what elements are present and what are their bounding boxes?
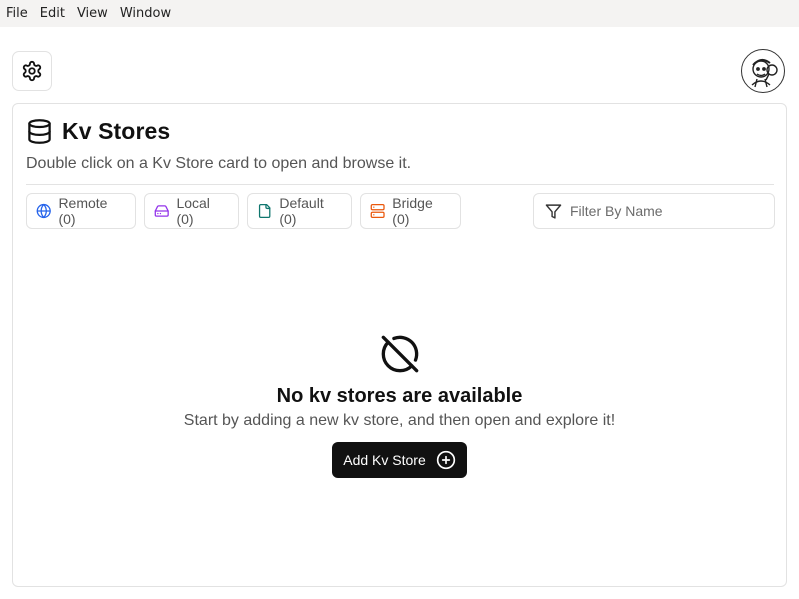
filter-default-label: Default (0) bbox=[279, 195, 324, 227]
filter-default-button[interactable]: Default (0) bbox=[247, 193, 352, 229]
menu-edit[interactable]: Edit bbox=[34, 0, 71, 27]
page-title: Kv Stores bbox=[62, 118, 171, 144]
gear-icon bbox=[22, 60, 42, 82]
empty-state-title: No kv stores are available bbox=[276, 385, 523, 407]
filter-remote-button[interactable]: Remote (0) bbox=[26, 193, 136, 229]
settings-button[interactable] bbox=[12, 51, 52, 91]
filter-bridge-label: Bridge (0) bbox=[392, 195, 433, 227]
avatar[interactable] bbox=[741, 49, 785, 93]
filter-local-label: Local (0) bbox=[176, 195, 210, 227]
page-header: Kv Stores bbox=[26, 118, 170, 145]
add-kv-store-button[interactable]: Add Kv Store bbox=[332, 442, 467, 478]
filter-remote-label: Remote (0) bbox=[58, 195, 108, 227]
menu-bar: File Edit View Window bbox=[0, 0, 799, 27]
filter-icon bbox=[545, 203, 562, 219]
user-avatar-icon bbox=[751, 59, 778, 88]
hard-drive-icon bbox=[154, 205, 169, 217]
database-icon bbox=[28, 119, 51, 144]
kv-stores-panel: Kv Stores Double click on a Kv Store car… bbox=[12, 103, 787, 587]
filter-bridge-button[interactable]: Bridge (0) bbox=[360, 193, 461, 229]
add-kv-store-label: Add Kv Store bbox=[343, 452, 426, 468]
menu-file[interactable]: File bbox=[0, 0, 34, 27]
menu-view[interactable]: View bbox=[71, 0, 114, 27]
filter-local-button[interactable]: Local (0) bbox=[144, 193, 239, 229]
filter-by-name-input[interactable] bbox=[570, 203, 760, 219]
server-icon bbox=[370, 203, 385, 219]
plus-circle-icon bbox=[436, 450, 455, 470]
circle-off-icon bbox=[381, 335, 419, 373]
menu-window[interactable]: Window bbox=[114, 0, 177, 27]
header-divider bbox=[26, 184, 774, 185]
file-icon bbox=[258, 203, 271, 219]
filter-by-name-field[interactable] bbox=[533, 193, 775, 229]
page-subtitle: Double click on a Kv Store card to open … bbox=[26, 155, 412, 172]
globe-icon bbox=[36, 203, 51, 219]
empty-state-description: Start by adding a new kv store, and then… bbox=[183, 412, 616, 429]
